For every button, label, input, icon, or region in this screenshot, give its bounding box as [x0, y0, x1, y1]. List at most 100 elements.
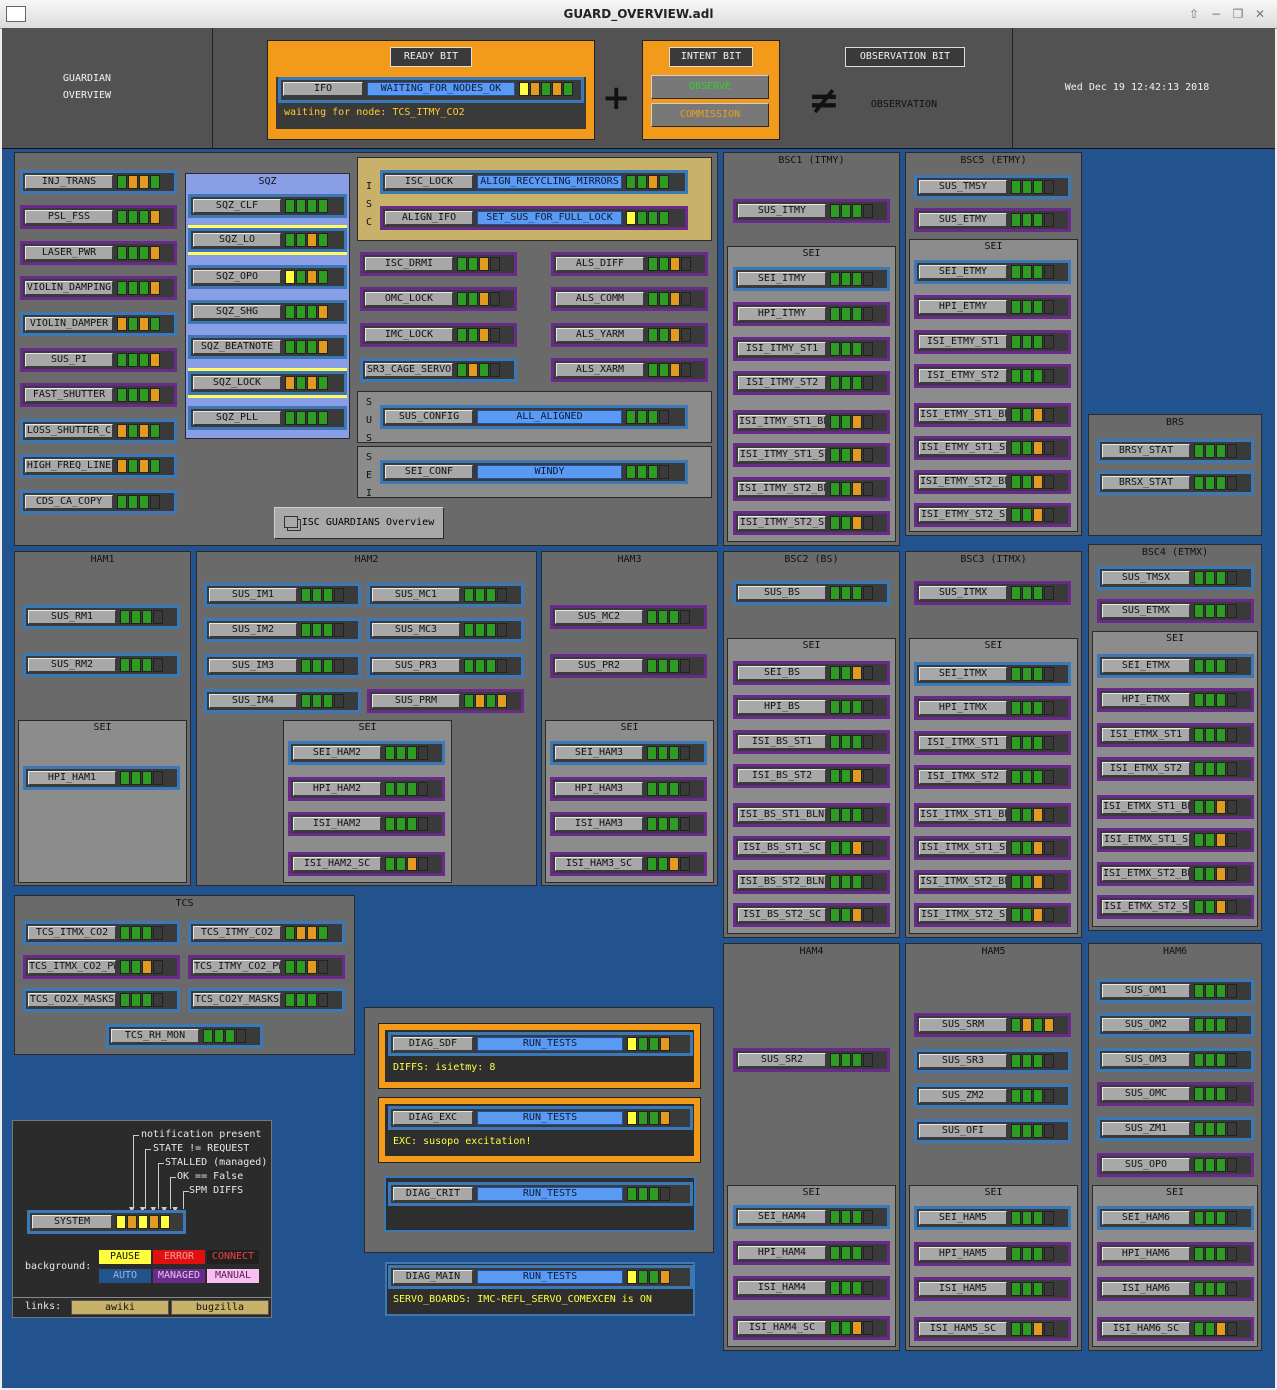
hpi-ham3-button[interactable]: HPI_HAM3	[555, 782, 643, 796]
isi-ham3-button[interactable]: ISI_HAM3	[555, 817, 643, 831]
sus-bs-button[interactable]: SUS_BS	[738, 586, 826, 600]
violin-damping-button[interactable]: VIOLIN_DAMPING	[25, 281, 113, 295]
tcs-itmx-co2-pwr-button[interactable]: TCS_ITMX_CO2_PWR	[28, 960, 116, 974]
isi-itmx-st1-s-button[interactable]: ISI_ITMX_ST1_S	[919, 841, 1007, 855]
diag-crit-button[interactable]: DIAG_CRIT	[393, 1187, 473, 1201]
sus-prm-button[interactable]: SUS_PRM	[372, 694, 460, 708]
window-up-icon[interactable]: ⇧	[1186, 6, 1202, 22]
isc-lock-button[interactable]: ISC_LOCK	[385, 175, 473, 189]
hpi-bs-button[interactable]: HPI_BS	[738, 700, 826, 714]
tcs-co2y-masks-button[interactable]: TCS_CO2Y_MASKS	[193, 993, 281, 1007]
hpi-ham4-button[interactable]: HPI_HAM4	[738, 1246, 826, 1260]
sus-mc3-button[interactable]: SUS_MC3	[372, 623, 460, 637]
brsx-stat-button[interactable]: BRSX_STAT	[1102, 476, 1190, 490]
psl-fss-button[interactable]: PSL_FSS	[25, 210, 113, 224]
hpi-ham5-button[interactable]: HPI_HAM5	[919, 1247, 1007, 1261]
sus-ofi-button[interactable]: SUS_OFI	[919, 1124, 1007, 1138]
brsy-stat-button[interactable]: BRSY_STAT	[1102, 444, 1190, 458]
isi-etmy-st1-button[interactable]: ISI_ETMY_ST1	[919, 335, 1007, 349]
loss-shutter-button[interactable]: LOSS_SHUTTER_C	[25, 424, 113, 438]
isi-etmy-st1-s-button[interactable]: ISI_ETMY_ST1_S	[919, 441, 1007, 455]
sei-ham3-button[interactable]: SEI_HAM3	[555, 746, 643, 760]
als-yarm-button[interactable]: ALS_YARM	[556, 328, 644, 342]
sus-rm1-button[interactable]: SUS_RM1	[28, 610, 116, 624]
sus-itmx-button[interactable]: SUS_ITMX	[919, 586, 1007, 600]
sus-pr3-button[interactable]: SUS_PR3	[372, 659, 460, 673]
isi-itmy-st1-bl-button[interactable]: ISI_ITMY_ST1_BL	[738, 415, 826, 429]
hpi-itmy-button[interactable]: HPI_ITMY	[738, 307, 826, 321]
sei-ham2-button[interactable]: SEI_HAM2	[293, 746, 381, 760]
sei-itmy-button[interactable]: SEI_ITMY	[738, 272, 826, 286]
isi-ham3-sc-button[interactable]: ISI_HAM3_SC	[555, 857, 643, 871]
als-comm-button[interactable]: ALS_COMM	[556, 292, 644, 306]
hpi-etmx-button[interactable]: HPI_ETMX	[1102, 693, 1190, 707]
isi-etmy-st2-bl-button[interactable]: ISI_ETMY_ST2_BL	[919, 475, 1007, 489]
sei-conf-button[interactable]: SEI_CONF	[385, 465, 473, 479]
sqz-pll-button[interactable]: SQZ_PLL	[193, 411, 281, 425]
sus-zm2-button[interactable]: SUS_ZM2	[919, 1089, 1007, 1103]
isi-ham6-sc-button[interactable]: ISI_HAM6_SC	[1102, 1322, 1190, 1336]
sei-etmy-button[interactable]: SEI_ETMY	[919, 265, 1007, 279]
sus-im3-button[interactable]: SUS_IM3	[209, 659, 297, 673]
sus-om1-button[interactable]: SUS_OM1	[1102, 984, 1190, 998]
isi-ham5-sc-button[interactable]: ISI_HAM5_SC	[919, 1322, 1007, 1336]
omc-lock-button[interactable]: OMC_LOCK	[365, 292, 453, 306]
isi-itmy-st2-button[interactable]: ISI_ITMY_ST2	[738, 376, 826, 390]
cds-ca-copy-button[interactable]: CDS_CA_COPY	[25, 495, 113, 509]
align-ifo-button[interactable]: ALIGN_IFO	[385, 211, 473, 225]
sus-mc1-button[interactable]: SUS_MC1	[372, 588, 460, 602]
tcs-co2x-masks-button[interactable]: TCS_CO2X_MASKS	[28, 993, 116, 1007]
sus-pi-button[interactable]: SUS_PI	[25, 353, 113, 367]
isc-guardians-overview-button[interactable]: ISC GUARDIANS Overview	[274, 507, 444, 539]
sei-itmx-button[interactable]: SEI_ITMX	[919, 667, 1007, 681]
sus-sr3-button[interactable]: SUS_SR3	[919, 1054, 1007, 1068]
sr3-cage-servo-button[interactable]: SR3_CAGE_SERVO	[365, 363, 453, 377]
minimize-icon[interactable]: −	[1208, 6, 1224, 22]
sei-ham4-button[interactable]: SEI_HAM4	[738, 1210, 826, 1224]
isc-drmi-button[interactable]: ISC_DRMI	[365, 257, 453, 271]
commission-button[interactable]: COMMISSION	[651, 103, 769, 127]
isi-itmy-st1-button[interactable]: ISI_ITMY_ST1	[738, 342, 826, 356]
isi-ham2-button[interactable]: ISI_HAM2	[293, 817, 381, 831]
isi-etmy-st2-s-button[interactable]: ISI_ETMY_ST2_S	[919, 508, 1007, 522]
sqz-beatnote-button[interactable]: SQZ_BEATNOTE	[193, 340, 281, 354]
hpi-ham2-button[interactable]: HPI_HAM2	[293, 782, 381, 796]
tcs-itmx-co2-button[interactable]: TCS_ITMX_CO2	[28, 926, 116, 940]
sus-etmx-button[interactable]: SUS_ETMX	[1102, 604, 1190, 618]
isi-bs-st2-bln-button[interactable]: ISI_BS_ST2_BLN	[738, 875, 826, 889]
ifo-button[interactable]: IFO	[283, 82, 363, 96]
isi-itmy-st2-s-button[interactable]: ISI_ITMY_ST2_S	[738, 516, 826, 530]
hpi-itmx-button[interactable]: HPI_ITMX	[919, 701, 1007, 715]
isi-itmx-st2-s-button[interactable]: ISI_ITMX_ST2_S	[919, 908, 1007, 922]
sei-ham5-button[interactable]: SEI_HAM5	[919, 1211, 1007, 1225]
sus-itmy-button[interactable]: SUS_ITMY	[738, 204, 826, 218]
laser-pwr-button[interactable]: LASER_PWR	[25, 246, 113, 260]
isi-ham2-sc-button[interactable]: ISI_HAM2_SC	[293, 857, 381, 871]
isi-ham4-button[interactable]: ISI_HAM4	[738, 1281, 826, 1295]
sus-tmsx-button[interactable]: SUS_TMSX	[1102, 571, 1190, 585]
sus-omc-button[interactable]: SUS_OMC	[1102, 1087, 1190, 1101]
sus-im1-button[interactable]: SUS_IM1	[209, 588, 297, 602]
close-icon[interactable]: ✕	[1252, 6, 1268, 22]
violin-damper-button[interactable]: VIOLIN_DAMPER	[25, 317, 113, 331]
sqz-shg-button[interactable]: SQZ_SHG	[193, 305, 281, 319]
sus-im4-button[interactable]: SUS_IM4	[209, 694, 297, 708]
isi-etmy-st1-bl-button[interactable]: ISI_ETMY_ST1_BL	[919, 408, 1007, 422]
isi-etmx-st2-button[interactable]: ISI_ETMX_ST2	[1102, 762, 1190, 776]
sqz-lo-button[interactable]: SQZ_LO	[193, 233, 281, 247]
hpi-ham6-button[interactable]: HPI_HAM6	[1102, 1247, 1190, 1261]
sus-sr2-button[interactable]: SUS_SR2	[738, 1053, 826, 1067]
sus-pr2-button[interactable]: SUS_PR2	[555, 659, 643, 673]
isi-ham5-button[interactable]: ISI_HAM5	[919, 1282, 1007, 1296]
sus-tmsy-button[interactable]: SUS_TMSY	[919, 180, 1007, 194]
awiki-link[interactable]: awiki	[71, 1300, 169, 1315]
maximize-icon[interactable]: ❐	[1230, 6, 1246, 22]
hpi-etmy-button[interactable]: HPI_ETMY	[919, 300, 1007, 314]
sqz-clf-button[interactable]: SQZ_CLF	[193, 199, 281, 213]
high-freq-line-button[interactable]: HIGH_FREQ_LINE	[25, 459, 113, 473]
sei-etmx-button[interactable]: SEI_ETMX	[1102, 659, 1190, 673]
isi-ham6-button[interactable]: ISI_HAM6	[1102, 1282, 1190, 1296]
als-xarm-button[interactable]: ALS_XARM	[556, 363, 644, 377]
isi-etmx-st1-s-button[interactable]: ISI_ETMX_ST1_S	[1102, 833, 1190, 847]
sus-srm-button[interactable]: SUS_SRM	[919, 1018, 1007, 1032]
